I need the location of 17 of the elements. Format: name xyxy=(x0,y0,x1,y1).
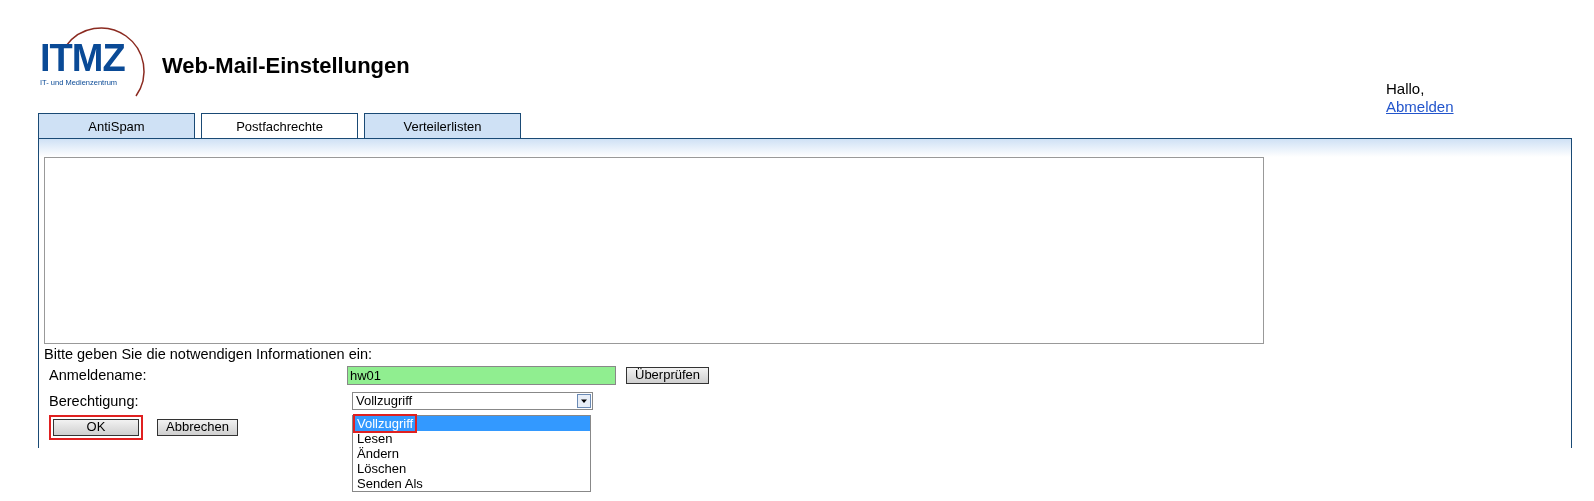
login-field[interactable]: hw01 xyxy=(347,365,616,385)
login-label: Anmeldename: xyxy=(49,367,148,383)
permission-label: Berechtigung: xyxy=(49,393,140,409)
instruction-text: Bitte geben Sie die notwendigen Informationen ein: xyxy=(44,346,374,362)
cancel-button[interactable]: Abbrechen xyxy=(157,418,238,436)
ok-button[interactable]: OK xyxy=(53,418,139,436)
text-area[interactable] xyxy=(44,157,1264,344)
check-button[interactable]: Überprüfen xyxy=(626,366,710,384)
tab[interactable]: Postfachrechte xyxy=(201,113,358,138)
logo-text: ITMZ xyxy=(40,38,125,78)
caret-icon xyxy=(577,394,591,408)
tab[interactable]: Verteilerlisten xyxy=(364,113,521,138)
greeting: Hallo, xyxy=(1386,80,1426,98)
logout-link[interactable]: Abmelden xyxy=(1386,98,1454,116)
tab[interactable]: AntiSpam xyxy=(38,113,195,138)
page-title: Web-Mail-Einstellungen xyxy=(162,53,410,79)
permission-select[interactable]: Vollzugriff xyxy=(352,392,593,410)
